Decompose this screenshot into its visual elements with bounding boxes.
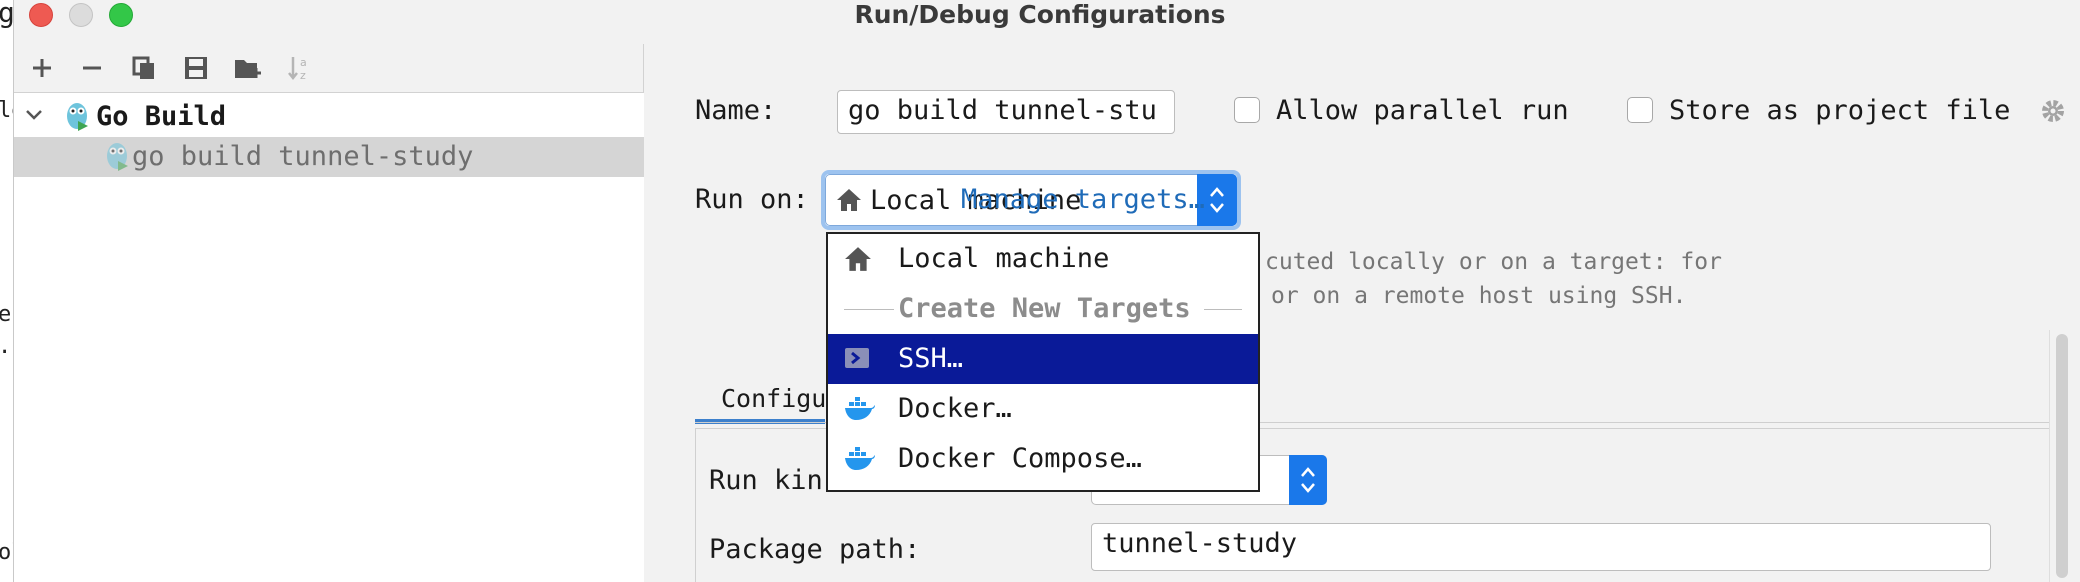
tree-item-go-build-tunnel-study[interactable]: go build tunnel-study [14, 137, 644, 177]
hint-text-line-2: or on a remote host using SSH. [1271, 283, 1687, 309]
scrollbar-thumb[interactable] [2056, 334, 2068, 578]
package-path-label: Package path: [709, 534, 921, 565]
allow-parallel-checkbox[interactable] [1234, 97, 1260, 123]
menu-item-label: Local machine [898, 243, 1110, 274]
tab-configuration-label: Configu [721, 384, 827, 413]
menu-item-label: Docker Compose… [898, 443, 1142, 474]
background-text-fragment: le [0, 98, 13, 123]
configurations-tree: Go Build go build tunnel-study [14, 92, 644, 582]
sort-icon[interactable]: az [282, 50, 318, 86]
manage-targets-link[interactable]: Manage targets… [961, 184, 1205, 215]
menu-item-docker[interactable]: Docker… [828, 384, 1258, 434]
chevron-up-down-icon[interactable] [1289, 455, 1327, 505]
hint-text-line-1: cuted locally or on a target: for [1265, 249, 1722, 275]
store-project-checkbox[interactable] [1627, 97, 1653, 123]
name-field[interactable]: go build tunnel-stu [837, 90, 1175, 134]
svg-text:a: a [300, 56, 307, 69]
run-on-label: Run on: [695, 184, 809, 215]
tab-configuration[interactable]: Configu [695, 374, 827, 424]
home-icon [836, 188, 862, 216]
home-icon [844, 246, 874, 272]
chevron-down-icon[interactable] [24, 105, 44, 129]
store-project-label: Store as project file [1669, 95, 2011, 126]
menu-section-create-new-targets: Create New Targets [828, 284, 1258, 334]
remove-icon[interactable] [74, 50, 110, 86]
configurations-sidebar: az Go Build go build tunnel-study [14, 44, 644, 582]
save-icon[interactable] [178, 50, 214, 86]
menu-item-ssh[interactable]: SSH… [828, 334, 1258, 384]
menu-item-docker-compose[interactable]: Docker Compose… [828, 434, 1258, 484]
svg-text:z: z [300, 69, 306, 82]
tree-item-label: go build tunnel-study [132, 141, 474, 172]
add-icon[interactable] [24, 50, 60, 86]
menu-item-label: Docker… [898, 393, 1012, 424]
copy-icon[interactable] [126, 50, 162, 86]
run-debug-configurations-dialog: Run/Debug Configurations az Go Build go … [14, 0, 2080, 582]
tree-group-label: Go Build [96, 101, 227, 132]
background-text-fragment: ol [0, 540, 13, 565]
gear-icon[interactable] [2040, 98, 2066, 128]
background-text-fragment: e [0, 302, 11, 327]
configurations-toolbar: az [14, 44, 644, 92]
scrollbar[interactable] [2049, 330, 2071, 582]
allow-parallel-label: Allow parallel run [1276, 95, 1569, 126]
docker-icon [844, 446, 875, 472]
name-label: Name: [695, 95, 777, 126]
package-path-field[interactable]: tunnel-study [1091, 523, 1991, 571]
ssh-terminal-icon [844, 346, 874, 372]
menu-item-local-machine[interactable]: Local machine [828, 234, 1258, 284]
go-gopher-icon [64, 101, 90, 135]
run-kind-label: Run kin [709, 465, 823, 496]
background-text-fragment: . [0, 334, 11, 359]
window-title: Run/Debug Configurations [854, 0, 1226, 29]
new-folder-icon[interactable] [230, 50, 266, 86]
run-on-popup-menu: Local machine Create New Targets SSH… Do… [826, 232, 1260, 492]
go-gopher-icon [104, 141, 130, 175]
tree-group-go-build[interactable]: Go Build [14, 97, 644, 137]
menu-section-label: Create New Targets [898, 293, 1191, 324]
menu-item-label: SSH… [898, 343, 964, 374]
docker-icon [844, 396, 875, 422]
background-window-edge: g le e . ol [0, 0, 14, 582]
